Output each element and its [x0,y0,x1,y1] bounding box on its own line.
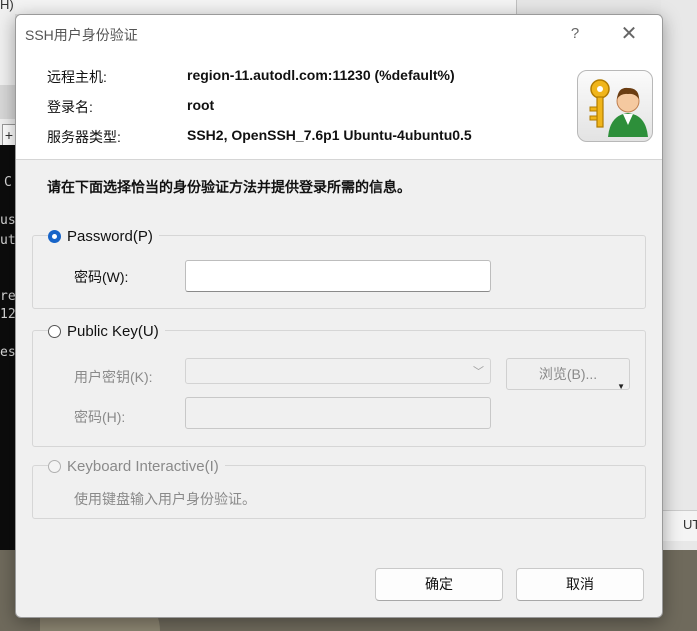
public-key-radio-label[interactable]: Public Key(U) [67,323,159,340]
login-name-value: root [187,97,215,113]
user-key-select[interactable]: ﹀ [185,358,491,384]
user-key-icon [577,70,653,142]
terminal-line: ut [0,233,16,248]
connection-info-panel: 远程主机: region-11.autodl.com:11230 (%defau… [16,53,662,160]
radio-checked-icon[interactable] [48,230,61,243]
background-right-panel [661,0,697,550]
terminal-line: us [0,213,16,228]
instruction-text: 请在下面选择恰当的身份验证方法并提供登录所需的信息。 [47,179,411,195]
radio-unchecked-icon[interactable] [48,325,61,338]
password-label: 密码(W): [74,269,129,285]
terminal-line: re [0,289,16,304]
browse-button[interactable]: 浏览(B)... ▼ [506,358,630,391]
ok-button[interactable]: 确定 [375,568,503,601]
radio-disabled-icon[interactable] [48,460,61,473]
background-terminal: C us ut re 12 es [0,145,16,550]
terminal-line: C [4,175,12,190]
passphrase-label: 密码(H): [74,409,126,425]
help-button[interactable]: ? [560,23,590,45]
browse-button-label: 浏览(B)... [538,366,598,382]
password-radio[interactable]: Password(P) [48,228,159,245]
keyboard-interactive-label[interactable]: Keyboard Interactive(I) [67,458,219,475]
terminal-line: 12 [0,307,16,322]
remote-host-label: 远程主机: [47,69,107,85]
cancel-button[interactable]: 取消 [516,568,644,601]
close-button[interactable]: ✕ [614,23,644,45]
keyboard-interactive-radio[interactable]: Keyboard Interactive(I) [48,458,225,475]
background-status-text: UT [683,517,697,532]
server-type-value: SSH2, OpenSSH_7.6p1 Ubuntu-4ubuntu0.5 [187,127,472,143]
public-key-radio[interactable]: Public Key(U) [48,323,165,340]
background-char: H) [0,0,14,12]
background-right-statusbar: UT [661,510,697,541]
remote-host-value: region-11.autodl.com:11230 (%default%) [187,67,455,83]
dropdown-caret-icon: ▼ [617,382,625,391]
keyboard-interactive-hint: 使用键盘输入用户身份验证。 [74,491,256,507]
login-name-label: 登录名: [47,99,93,115]
background-add-tab-button[interactable]: + [2,124,16,146]
password-input[interactable] [185,260,491,292]
server-type-label: 服务器类型: [47,129,121,145]
chevron-down-icon: ﹀ [473,366,484,378]
passphrase-input[interactable] [185,397,491,429]
ssh-auth-dialog: SSH用户身份验证 ? ✕ 远程主机: region-11.autodl.com… [15,14,663,618]
background-left-grey [0,85,15,119]
user-key-label: 用户密钥(K): [74,369,153,385]
terminal-line: es [0,345,16,360]
dialog-title: SSH用户身份验证 [25,27,138,43]
password-radio-label[interactable]: Password(P) [67,228,153,245]
dialog-titlebar: SSH用户身份验证 ? ✕ [16,15,662,53]
